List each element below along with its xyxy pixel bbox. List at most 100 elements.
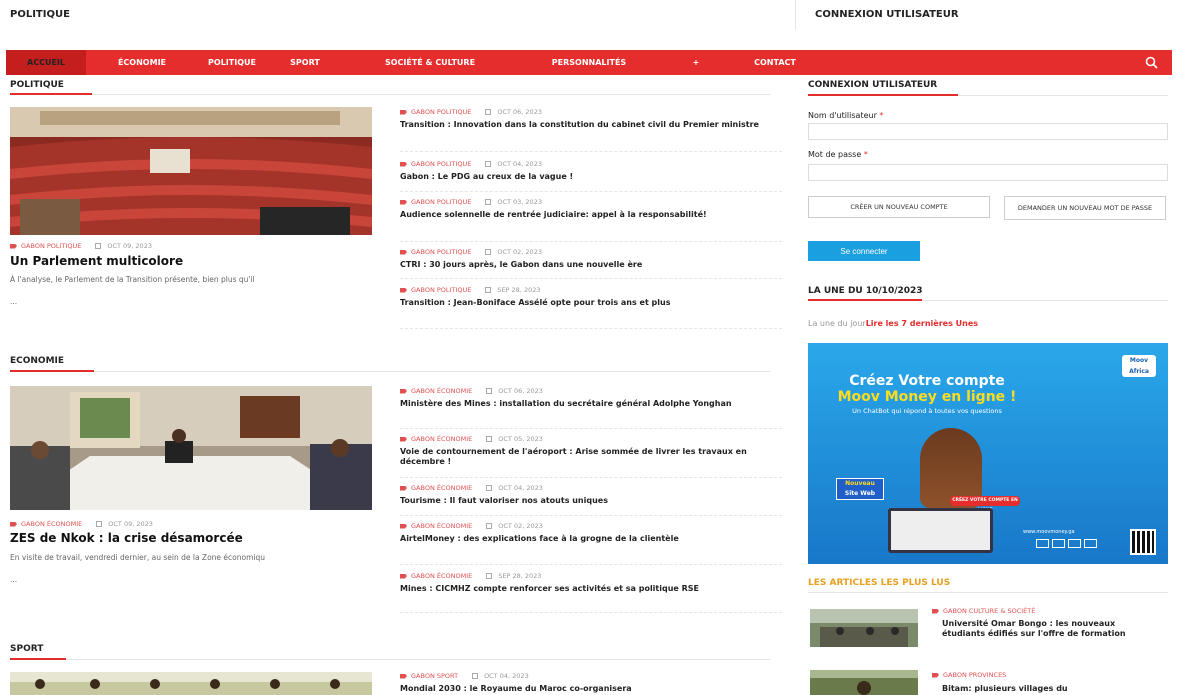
news-item[interactable]: GABON POLITIQUE OCT 02, 2023 CTRI : 30 jo… bbox=[400, 248, 782, 270]
request-password-button[interactable]: DEMANDER UN NOUVEAU MOT DE PASSE bbox=[1004, 196, 1166, 220]
news-category[interactable]: GABON POLITIQUE bbox=[411, 198, 471, 206]
most-read-category[interactable]: GABON CULTURE & SOCIÉTÉ bbox=[943, 607, 1035, 615]
news-category[interactable]: GABON POLITIQUE bbox=[411, 248, 471, 256]
nav-item-sport[interactable]: SPORT bbox=[266, 50, 344, 75]
lead-category[interactable]: GABON ÉCONOMIE bbox=[21, 520, 82, 528]
news-category[interactable]: GABON POLITIQUE bbox=[411, 160, 471, 168]
tag-icon bbox=[400, 436, 407, 442]
section-divider bbox=[10, 659, 770, 660]
news-title[interactable]: Gabon : Le PDG au creux de la vague ! bbox=[400, 172, 782, 182]
news-title[interactable]: Audience solennelle de rentrée judiciair… bbox=[400, 210, 782, 220]
nav-item-accueil[interactable]: ACCUEIL bbox=[6, 50, 86, 75]
news-category[interactable]: GABON POLITIQUE bbox=[411, 286, 471, 294]
calendar-icon bbox=[485, 161, 492, 167]
news-item[interactable]: GABON ÉCONOMIE OCT 05, 2023 Voie de conto… bbox=[400, 435, 782, 467]
news-category[interactable]: GABON ÉCONOMIE bbox=[411, 435, 472, 443]
ad-devices-icon bbox=[1036, 539, 1116, 549]
calendar-icon bbox=[486, 436, 493, 442]
lead-title[interactable]: Un Parlement multicolore bbox=[10, 254, 183, 268]
news-category[interactable]: GABON ÉCONOMIE bbox=[411, 387, 472, 395]
tag-icon bbox=[400, 388, 407, 394]
news-item[interactable]: GABON ÉCONOMIE OCT 06, 2023 Ministère des… bbox=[400, 387, 782, 409]
most-read-article-title[interactable]: Bitam: plusieurs villages du bbox=[942, 684, 1157, 694]
nav-item-more[interactable]: + bbox=[662, 50, 730, 75]
lead-date: OCT 09, 2023 bbox=[107, 242, 152, 250]
news-title[interactable]: Ministère des Mines : installation du se… bbox=[400, 399, 782, 409]
section-title-economie: ECONOMIE bbox=[10, 356, 65, 366]
section-accent bbox=[10, 93, 92, 95]
news-item[interactable]: GABON ÉCONOMIE OCT 02, 2023 AirtelMoney :… bbox=[400, 522, 782, 544]
nav-item-societe-culture[interactable]: SOCIÉTÉ & CULTURE bbox=[344, 50, 516, 75]
most-read-category[interactable]: GABON PROVINCES bbox=[943, 671, 1006, 679]
lead-ellipsis: ... bbox=[10, 575, 18, 584]
required-mark: * bbox=[863, 150, 868, 159]
password-input[interactable] bbox=[808, 164, 1168, 181]
news-title[interactable]: Mondial 2030 : le Royaume du Maroc co-or… bbox=[400, 684, 782, 694]
news-item[interactable]: GABON SPORT OCT 04, 2023 Mondial 2030 : l… bbox=[400, 672, 782, 694]
nav-item-economie[interactable]: ÉCONOMIE bbox=[86, 50, 198, 75]
lead-title[interactable]: ZES de Nkok : la crise désamorcée bbox=[10, 531, 243, 545]
lead-category[interactable]: GABON POLITIQUE bbox=[21, 242, 81, 250]
nav-item-contact[interactable]: CONTACT bbox=[730, 50, 820, 75]
nav-item-politique[interactable]: POLITIQUE bbox=[198, 50, 266, 75]
lead-excerpt: En visite de travail, vendredi dernier, … bbox=[10, 553, 265, 562]
username-input[interactable] bbox=[808, 123, 1168, 140]
news-title[interactable]: Tourisme : Il faut valoriser nos atouts … bbox=[400, 496, 782, 506]
ad-banner[interactable]: Moov Africa Créez Votre compte Moov Mone… bbox=[808, 343, 1168, 564]
password-label-text: Mot de passe bbox=[808, 150, 862, 159]
une-line: La une du jourLire les 7 dernières Unes bbox=[808, 319, 978, 328]
calendar-icon bbox=[472, 673, 479, 679]
news-title[interactable]: Transition : Innovation dans la constitu… bbox=[400, 120, 782, 130]
ad-cta-button[interactable]: CRÉEZ VOTRE COMPTE EN LIGNE bbox=[950, 496, 1020, 513]
tag-icon bbox=[10, 243, 17, 249]
une-link[interactable]: Lire les 7 dernières Unes bbox=[866, 319, 978, 328]
required-mark: * bbox=[879, 111, 884, 120]
tag-icon bbox=[932, 672, 939, 678]
calendar-icon bbox=[486, 573, 493, 579]
calendar-icon bbox=[485, 199, 492, 205]
ad-url: www.moovmoney.ga bbox=[1023, 529, 1075, 535]
news-item[interactable]: GABON POLITIQUE OCT 06, 2023 Transition :… bbox=[400, 108, 782, 130]
nav-item-personnalites[interactable]: PERSONNALITÉS bbox=[516, 50, 662, 75]
news-category[interactable]: GABON ÉCONOMIE bbox=[411, 572, 472, 580]
qr-code-icon bbox=[1130, 529, 1156, 555]
lead-image-parlement[interactable] bbox=[10, 107, 372, 235]
news-category[interactable]: GABON ÉCONOMIE bbox=[411, 484, 472, 492]
une-title: LA UNE DU 10/10/2023 bbox=[808, 286, 923, 296]
tag-icon bbox=[400, 161, 407, 167]
lead-image-sport[interactable] bbox=[10, 672, 372, 695]
lead-image-nkok[interactable] bbox=[10, 386, 372, 510]
main-nav: ACCUEIL ÉCONOMIE POLITIQUE SPORT SOCIÉTÉ… bbox=[6, 50, 1172, 75]
tag-icon bbox=[932, 608, 939, 614]
news-category[interactable]: GABON ÉCONOMIE bbox=[411, 522, 472, 530]
news-meta: GABON ÉCONOMIE OCT 05, 2023 bbox=[400, 435, 782, 443]
most-read-image[interactable] bbox=[810, 609, 918, 647]
news-date: OCT 06, 2023 bbox=[498, 387, 543, 395]
calendar-icon bbox=[486, 485, 493, 491]
news-category[interactable]: GABON SPORT bbox=[411, 672, 458, 680]
news-title[interactable]: AirtelMoney : des explications face à la… bbox=[400, 534, 782, 544]
news-title[interactable]: Voie de contournement de l'aéroport : Ar… bbox=[400, 447, 782, 467]
news-item[interactable]: GABON POLITIQUE OCT 04, 2023 Gabon : Le P… bbox=[400, 160, 782, 182]
create-account-button[interactable]: CRÉER UN NOUVEAU COMPTE bbox=[808, 196, 990, 218]
news-item[interactable]: GABON ÉCONOMIE OCT 04, 2023 Tourisme : Il… bbox=[400, 484, 782, 506]
news-title[interactable]: Mines : CICMHZ compte renforcer ses acti… bbox=[400, 584, 782, 594]
news-item[interactable]: GABON POLITIQUE OCT 03, 2023 Audience sol… bbox=[400, 198, 782, 220]
news-category[interactable]: GABON POLITIQUE bbox=[411, 108, 471, 116]
news-separator bbox=[400, 191, 782, 192]
search-icon[interactable] bbox=[1145, 56, 1158, 69]
calendar-icon bbox=[486, 523, 493, 529]
news-date: OCT 05, 2023 bbox=[498, 435, 543, 443]
login-button[interactable]: Se connecter bbox=[808, 241, 920, 261]
news-item[interactable]: GABON ÉCONOMIE SEP 28, 2023 Mines : CICMH… bbox=[400, 572, 782, 594]
news-item[interactable]: GABON POLITIQUE SEP 28, 2023 Transition :… bbox=[400, 286, 782, 308]
ad-headline: Créez Votre compte bbox=[849, 373, 1005, 389]
most-read-image[interactable] bbox=[810, 670, 918, 695]
news-title[interactable]: CTRI : 30 jours après, le Gabon dans une… bbox=[400, 260, 782, 270]
calendar-icon bbox=[485, 249, 492, 255]
news-title[interactable]: Transition : Jean-Boniface Assélé opte p… bbox=[400, 298, 782, 308]
news-separator bbox=[400, 278, 782, 279]
news-meta: GABON ÉCONOMIE SEP 28, 2023 bbox=[400, 572, 782, 580]
lead-ellipsis: ... bbox=[10, 297, 18, 306]
most-read-article-title[interactable]: Université Omar Bongo : les nouveaux étu… bbox=[942, 619, 1157, 639]
